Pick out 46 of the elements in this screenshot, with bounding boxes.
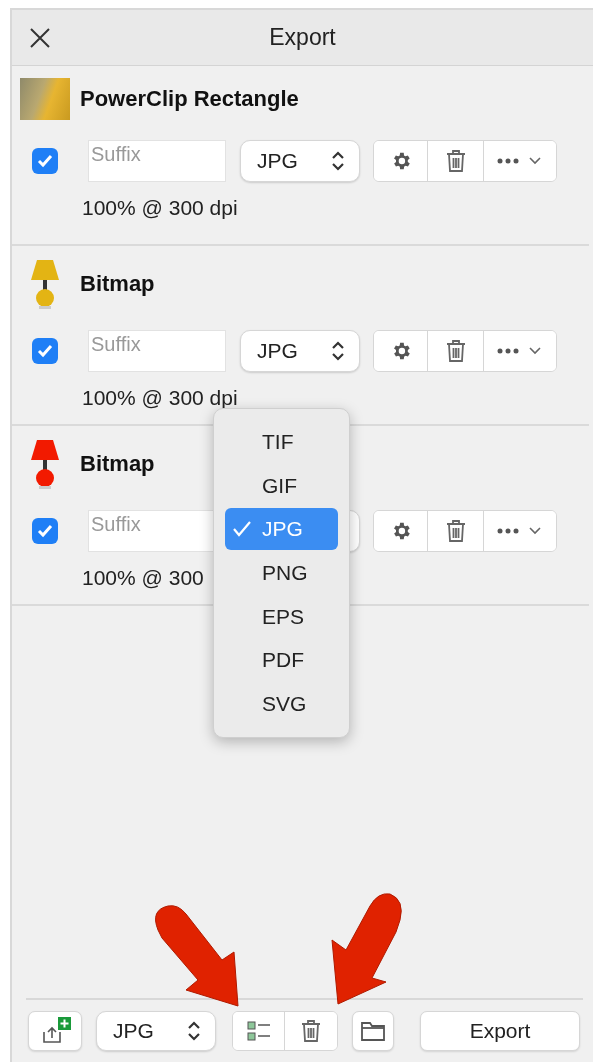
menu-item[interactable]: PDF [225, 639, 338, 682]
object-name: Bitmap [80, 271, 155, 297]
more-dropdown-icon [496, 525, 544, 537]
more-dropdown-icon [496, 345, 544, 357]
checkbox[interactable] [32, 338, 58, 364]
checkmark-icon [36, 342, 54, 360]
trash-icon [444, 519, 467, 543]
settings-button[interactable] [374, 511, 428, 551]
trash-icon [444, 149, 467, 173]
size-text: 100% @ 300 dpi [82, 386, 238, 410]
trash-icon [300, 1019, 322, 1043]
menu-item[interactable]: EPS [225, 595, 338, 638]
format-select[interactable]: JPG [240, 330, 360, 372]
add-export-button[interactable] [28, 1011, 82, 1051]
more-dropdown-icon [496, 155, 544, 167]
up-down-chevron-icon [187, 1020, 201, 1042]
menu-item[interactable]: GIF [225, 464, 338, 507]
panel-title: Export [269, 24, 336, 51]
object-name: Bitmap [80, 451, 155, 477]
size-text: 100% @ 300 [82, 566, 204, 590]
settings-button[interactable] [374, 141, 428, 181]
checkmark-icon [36, 522, 54, 540]
folder-icon [360, 1020, 386, 1042]
menu-item[interactable]: SVG [225, 683, 338, 726]
list-button[interactable] [233, 1012, 285, 1050]
suffix-field[interactable]: Suffix [88, 330, 226, 372]
checkbox[interactable] [32, 148, 58, 174]
checkbox[interactable] [32, 518, 58, 544]
suffix-field[interactable]: Suffix [88, 140, 226, 182]
folder-button[interactable] [352, 1011, 394, 1051]
checkmark-icon [232, 520, 252, 539]
object-name: PowerClip Rectangle [80, 86, 299, 112]
format-select[interactable]: JPG [96, 1011, 216, 1051]
checkmark-icon [36, 152, 54, 170]
export-button[interactable]: Export [420, 1011, 580, 1051]
menu-item[interactable]: PNG [225, 552, 338, 594]
settings-button[interactable] [374, 331, 428, 371]
trash-icon [444, 339, 467, 363]
format-select[interactable]: JPG [240, 140, 360, 182]
photo-thumbnail [20, 78, 70, 120]
up-down-chevron-icon [331, 150, 345, 172]
size-text: 100% @ 300 dpi [82, 196, 238, 220]
list-icon [245, 1019, 272, 1043]
close-button[interactable] [28, 26, 52, 50]
up-down-chevron-icon [331, 340, 345, 362]
menu-item[interactable]: TIF [225, 421, 338, 463]
